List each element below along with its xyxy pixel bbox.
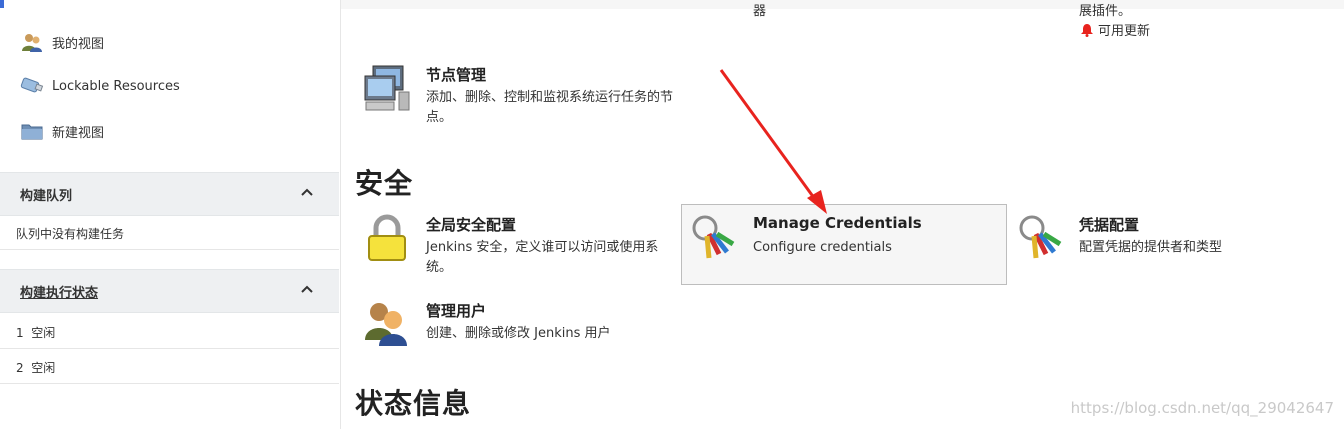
usb-drive-icon [20,74,44,98]
manage-nodes-description: 添加、删除、控制和监视系统运行任务的节点。 [426,90,674,125]
section-title-security: 安全 [355,167,414,200]
global-security-title: 全局安全配置 [426,216,517,234]
annotation-arrow [719,69,827,214]
sidebar-item-my-views[interactable]: 我的视图 [20,28,104,56]
build-queue-title: 构建队列 [20,189,73,204]
manage-credentials-link[interactable]: Manage Credentials Configure credentials [691,214,991,270]
folder-icon [20,119,44,143]
executor-status: 空闲 [31,361,56,375]
executors-header[interactable]: 构建执行状态 [0,269,339,313]
chevron-up-icon[interactable] [301,284,313,296]
sidebar-item-lockable-resources[interactable]: Lockable Resources [20,72,180,100]
keys-icon [1018,214,1066,262]
credential-config-description: 配置凭据的提供者和类型 [1079,240,1223,255]
top-divider [341,0,1344,9]
executor-number: 2 [16,361,24,375]
sidebar-item-new-view[interactable]: 新建视图 [20,117,104,145]
computer-icon [363,64,411,112]
executor-number: 1 [16,326,24,340]
credential-config-title: 凭据配置 [1079,216,1140,234]
manage-credentials-title: Manage Credentials [753,214,922,232]
bell-icon [1081,23,1093,37]
credential-config-link[interactable]: 凭据配置 配置凭据的提供者和类型 [1018,214,1338,270]
global-security-description: Jenkins 安全，定义谁可以访问或使用系统。 [426,240,659,275]
build-queue-empty-text: 队列中没有构建任务 [16,227,125,241]
build-queue-header[interactable]: 构建队列 [0,172,339,216]
manage-nodes-link[interactable]: 节点管理 添加、删除、控制和监视系统运行任务的节点。 [363,64,683,128]
global-security-link[interactable]: 全局安全配置 Jenkins 安全，定义谁可以访问或使用系统。 [363,214,683,278]
build-queue-empty-row: 队列中没有构建任务 [0,215,339,250]
updates-available-label: 可用更新 [1098,24,1151,39]
users-icon [363,300,411,348]
watermark-text: https://blog.csdn.net/qq_29042647 [1070,399,1334,417]
executor-row: 1 空闲 [0,314,339,349]
sidebar-active-indicator [0,0,4,8]
main-content: 器 展插件。 节点管理 添加、删除、控制和监视系统运行任务的节点。 安全 全局安… [341,0,1344,429]
people-icon [20,30,44,54]
manage-nodes-title: 节点管理 [426,66,487,84]
truncated-text-fragment: 展插件。 [1079,4,1132,19]
chevron-up-icon[interactable] [301,187,313,199]
manage-users-link[interactable]: 管理用户 创建、删除或修改 Jenkins 用户 [363,300,683,348]
executors-title[interactable]: 构建执行状态 [20,282,98,301]
manage-users-description: 创建、删除或修改 Jenkins 用户 [426,326,611,341]
sidebar-item-label: 我的视图 [52,36,105,52]
padlock-icon [363,214,411,262]
executor-row: 2 空闲 [0,349,339,384]
section-title-status: 状态信息 [355,387,472,420]
manage-credentials-description: Configure credentials [753,240,892,255]
sidebar-item-label: 新建视图 [52,125,105,141]
executor-status: 空闲 [31,326,56,340]
updates-available-link[interactable]: 可用更新 [1080,20,1150,39]
sidebar: 我的视图 Lockable Resources 新建视图 构建队列 队列中没有构… [0,0,341,429]
manage-users-title: 管理用户 [426,302,487,320]
keys-icon [691,214,739,262]
sidebar-item-label: Lockable Resources [52,78,180,94]
truncated-text-fragment: 器 [753,4,767,19]
